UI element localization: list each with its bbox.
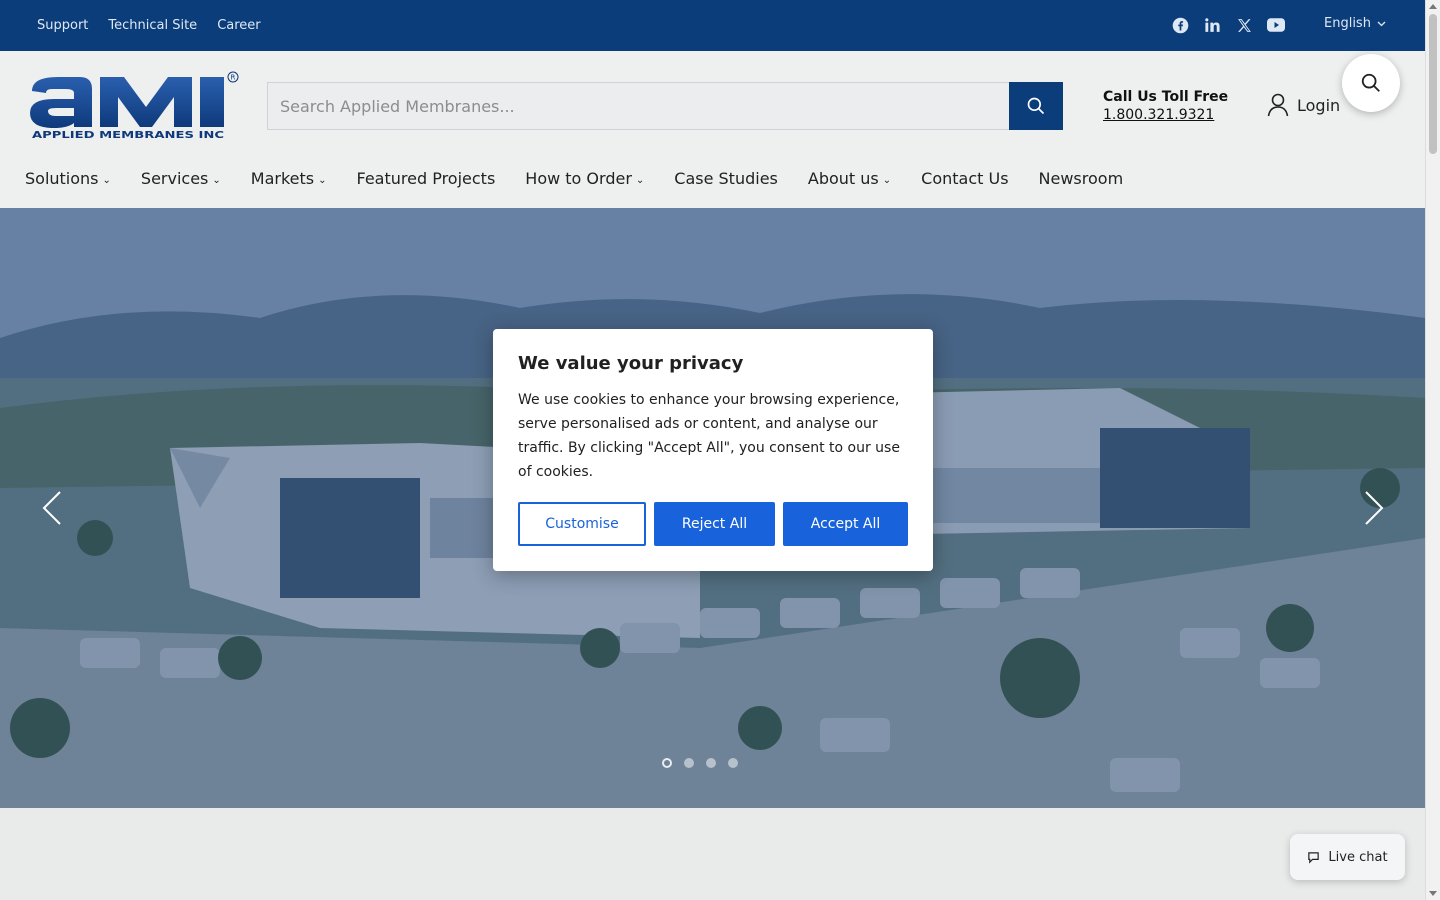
nav-markets[interactable]: Markets ⌄ <box>251 169 327 188</box>
facebook-icon[interactable] <box>1170 13 1190 37</box>
carousel-dot[interactable] <box>728 758 738 768</box>
chevron-down-icon <box>1377 21 1386 26</box>
reject-all-button[interactable]: Reject All <box>654 502 775 546</box>
linkedin-icon[interactable] <box>1202 13 1222 37</box>
main-nav: Solutions ⌄ Services ⌄ Markets ⌄ Featured P… <box>25 169 1153 188</box>
scroll-thumb[interactable] <box>1429 14 1437 154</box>
floating-search-button[interactable] <box>1342 54 1400 112</box>
nav-solutions[interactable]: Solutions ⌄ <box>25 169 111 188</box>
search-input[interactable] <box>267 82 1009 130</box>
carousel-dot[interactable] <box>662 758 672 768</box>
nav-label: How to Order <box>525 169 632 188</box>
nav-label: Services <box>140 169 209 188</box>
chevron-down-icon: ⌄ <box>635 174 645 186</box>
live-chat-button[interactable]: Live chat <box>1290 834 1405 880</box>
nav-contact-us[interactable]: Contact Us <box>921 169 1008 188</box>
cookie-body: We use cookies to enhance your browsing … <box>518 392 900 480</box>
cookie-consent-modal: We value your privacy We use cookies to … <box>493 329 933 571</box>
nav-label: Case Studies <box>674 169 778 188</box>
scroll-down-icon[interactable] <box>1429 891 1437 896</box>
call-label: Call Us Toll Free <box>1103 89 1229 105</box>
chevron-down-icon: ⌄ <box>882 174 892 186</box>
nav-how-to-order[interactable]: How to Order ⌄ <box>525 169 644 188</box>
nav-label: Contact Us <box>921 169 1009 188</box>
technical-site-link[interactable]: Technical Site <box>108 18 197 33</box>
x-icon[interactable] <box>1234 13 1254 37</box>
chevron-left-icon <box>42 491 61 525</box>
search-bar <box>267 82 1063 130</box>
site-header: R APPLIED MEMBRANES INC Call Us Toll Fre… <box>0 51 1425 208</box>
cookie-title: We value your privacy <box>518 353 744 374</box>
carousel-next-button[interactable] <box>1362 490 1386 526</box>
cookie-actions: Customise Reject All Accept All <box>518 502 908 546</box>
career-link[interactable]: Career <box>217 18 260 33</box>
nav-featured-projects[interactable]: Featured Projects <box>357 169 496 188</box>
search-button[interactable] <box>1009 82 1063 130</box>
login-label: Login <box>1297 95 1341 115</box>
nav-label: Markets <box>250 169 315 188</box>
nav-label: Newsroom <box>1038 169 1124 188</box>
nav-about-us[interactable]: About us ⌄ <box>808 169 891 188</box>
chevron-down-icon: ⌄ <box>318 174 327 186</box>
nav-label: About us <box>807 169 879 188</box>
login-button[interactable]: Login <box>1267 93 1340 117</box>
youtube-icon[interactable] <box>1266 13 1286 37</box>
customise-button[interactable]: Customise <box>518 502 646 546</box>
chevron-right-icon <box>1365 491 1384 525</box>
carousel-dot[interactable] <box>684 758 694 768</box>
user-icon <box>1267 93 1289 117</box>
nav-case-studies[interactable]: Case Studies <box>674 169 778 188</box>
language-label: English <box>1324 16 1371 31</box>
ami-logo[interactable]: R APPLIED MEMBRANES INC <box>28 69 240 141</box>
accept-all-button[interactable]: Accept All <box>783 502 908 546</box>
scroll-up-icon[interactable] <box>1429 4 1437 9</box>
language-selector[interactable]: English <box>1324 16 1386 31</box>
phone-link[interactable]: 1.800.321.9321 <box>1103 107 1228 123</box>
carousel-prev-button[interactable] <box>40 490 64 526</box>
search-icon <box>1027 97 1045 115</box>
chevron-down-icon: ⌄ <box>212 174 221 186</box>
nav-services[interactable]: Services ⌄ <box>141 169 221 188</box>
social-links <box>1170 13 1286 37</box>
nav-newsroom[interactable]: Newsroom <box>1039 169 1124 188</box>
call-us: Call Us Toll Free 1.800.321.9321 <box>1103 89 1228 123</box>
support-link[interactable]: Support <box>37 18 88 33</box>
page-scrollbar[interactable] <box>1425 0 1440 900</box>
carousel-dots <box>662 758 738 768</box>
chevron-down-icon: ⌄ <box>102 174 111 186</box>
search-icon <box>1361 73 1380 92</box>
logo-subtext: APPLIED MEMBRANES INC <box>32 130 224 141</box>
nav-label: Solutions <box>25 169 99 188</box>
svg-text:R: R <box>231 74 236 82</box>
nav-label: Featured Projects <box>356 169 496 188</box>
top-links: Support Technical Site Career <box>37 0 261 51</box>
carousel-dot[interactable] <box>706 758 716 768</box>
top-bar: Support Technical Site Career English <box>0 0 1425 51</box>
live-chat-label: Live chat <box>1328 849 1388 865</box>
chat-bubble-icon <box>1308 851 1320 864</box>
